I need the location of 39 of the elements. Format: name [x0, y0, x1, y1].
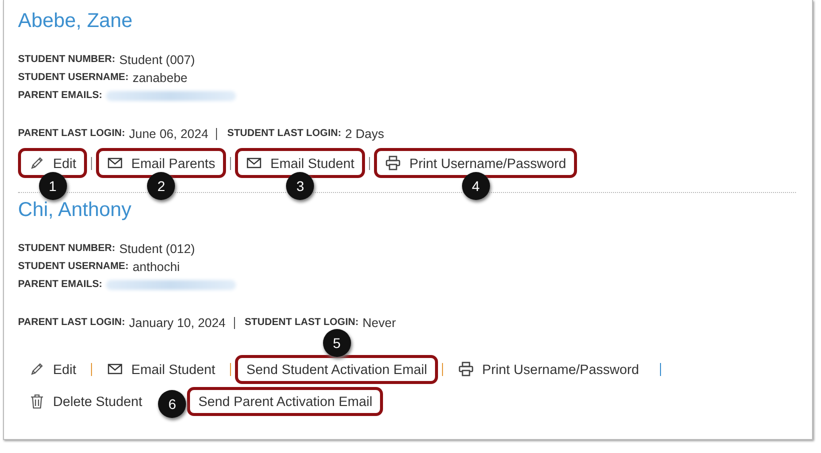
envelope-icon: [246, 155, 262, 171]
printer-icon: [385, 155, 402, 171]
callout-badge: 4: [462, 172, 490, 200]
callout-badge: 6: [158, 390, 186, 418]
envelope-icon: [107, 361, 124, 377]
callout-badge: 3: [286, 172, 314, 200]
field-label: STUDENT USERNAME:: [18, 71, 129, 85]
callout-badge: 5: [322, 328, 351, 356]
field-value: Student (007): [119, 52, 195, 69]
printer-icon: [458, 361, 474, 377]
field-label: PARENT EMAILS:: [18, 278, 102, 292]
field-label: STUDENT USERNAME:: [18, 260, 129, 274]
login-value: January 10, 2024: [129, 315, 226, 332]
action-link[interactable]: Edit: [18, 354, 88, 384]
login-value: Never: [362, 315, 396, 332]
envelope-icon: [107, 155, 124, 171]
login-value: June 06, 2024: [129, 126, 208, 143]
login-value: 2 Days: [345, 126, 384, 143]
trash-icon: [29, 393, 45, 409]
callout-badge: 1: [38, 172, 67, 200]
action-link[interactable]: Print Username/Password: [374, 148, 578, 178]
field-label: STUDENT NUMBER:: [18, 242, 116, 256]
field-value: anthochi: [132, 259, 180, 276]
action-link[interactable]: Email Student: [96, 354, 226, 384]
field-label: PARENT EMAILS:: [18, 89, 102, 103]
action-link[interactable]: Delete Student: [18, 386, 154, 416]
field-value: Student (012): [119, 241, 195, 258]
login-label: PARENT LAST LOGIN:: [18, 316, 126, 330]
login-label: PARENT LAST LOGIN:: [18, 127, 126, 141]
pencil-icon: [29, 361, 45, 377]
field-value: zanabebe: [132, 70, 188, 87]
action-link[interactable]: Print Username/Password: [447, 354, 650, 384]
callout-badge: 2: [147, 172, 176, 200]
login-label: STUDENT LAST LOGIN:: [244, 316, 359, 330]
action-link[interactable]: Send Student Activation Email: [235, 354, 438, 384]
action-link[interactable]: Send Parent Activation Email: [187, 386, 384, 416]
field-label: STUDENT NUMBER:: [18, 53, 116, 67]
pencil-icon: [29, 155, 45, 171]
login-label: STUDENT LAST LOGIN:: [227, 127, 342, 141]
